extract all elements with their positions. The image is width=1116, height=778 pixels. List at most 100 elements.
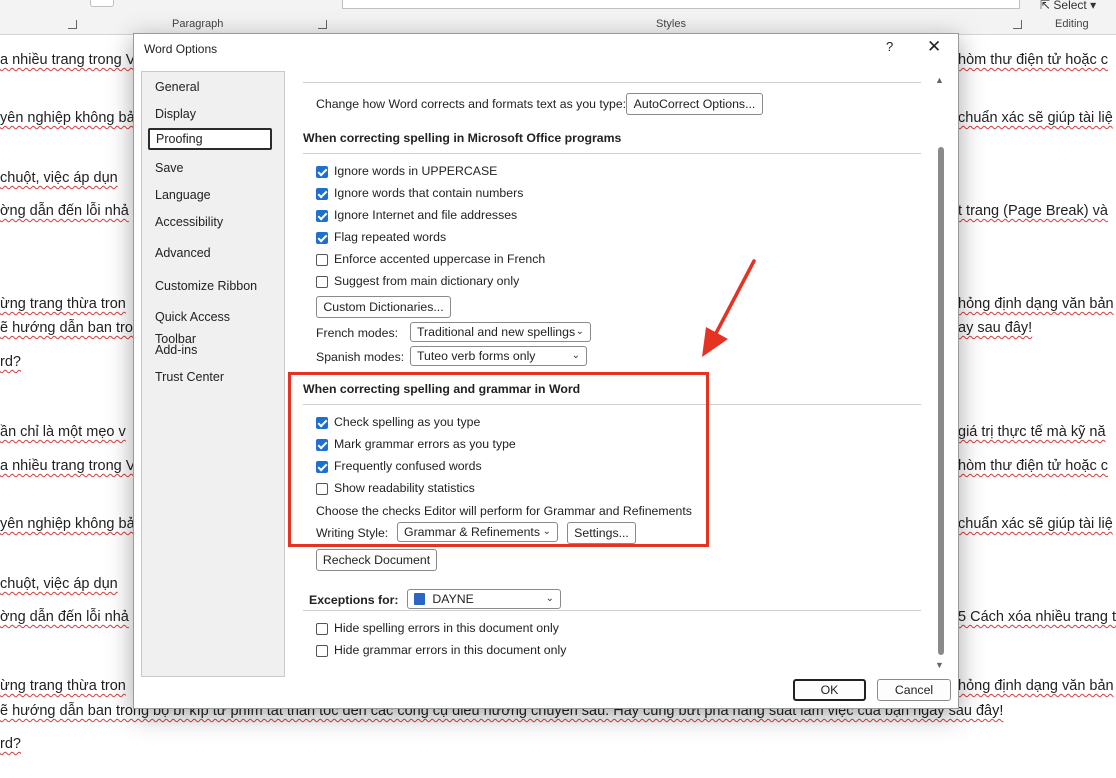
exceptions-document-value: DAYNE (432, 592, 474, 606)
document-line-left: ẽ hướng dẫn ban tro (0, 320, 133, 336)
checkbox-checked[interactable] (316, 232, 328, 244)
option-label: Hide grammar errors in this document onl… (334, 643, 567, 657)
spanish-modes-select[interactable]: Tuteo verb forms only ⌄ (410, 346, 587, 366)
checkbox-checked[interactable] (316, 188, 328, 200)
close-icon[interactable]: ✕ (927, 37, 941, 57)
nav-item-general[interactable]: General (148, 76, 272, 98)
section-divider (303, 82, 921, 83)
recheck-document-button[interactable]: Recheck Document (316, 549, 437, 571)
nav-item-save[interactable]: Save (148, 157, 272, 179)
dialog-title: Word Options (144, 42, 218, 56)
word-document-icon (414, 593, 425, 605)
nav-item-quick-access-toolbar[interactable]: Quick Access Toolbar (148, 306, 272, 346)
autocorrect-description: Change how Word corrects and formats tex… (316, 97, 627, 111)
scroll-thumb[interactable] (938, 147, 944, 655)
french-modes-value: Traditional and new spellings (417, 325, 576, 339)
document-line-left: ờng dẫn đến lỗi nhả (0, 609, 129, 625)
option-row[interactable]: Flag repeated words (316, 230, 676, 246)
document-text: giá trị thực tế mà kỹ nă (958, 424, 1106, 440)
option-row[interactable]: Enforce accented uppercase in French (316, 252, 676, 268)
custom-dictionaries-button[interactable]: Custom Dictionaries... (316, 296, 451, 318)
styles-gallery[interactable] (342, 0, 1020, 9)
writing-style-label: Writing Style: (316, 526, 389, 540)
styles-dialog-launcher-icon[interactable] (1013, 20, 1022, 29)
option-label: Ignore words that contain numbers (334, 186, 524, 200)
document-text: rd? (0, 736, 21, 752)
paragraph-dialog-launcher-icon[interactable] (318, 20, 327, 29)
grammar-settings-button[interactable]: Settings... (567, 522, 636, 544)
option-row[interactable]: Suggest from main dictionary only (316, 274, 676, 290)
select-button[interactable]: ⇱ Select ▾ (1040, 0, 1096, 12)
chevron-down-icon: ⌄ (575, 326, 584, 337)
document-text: yên nghiệp không bả (0, 516, 135, 532)
paragraph-control[interactable] (90, 0, 114, 7)
checkbox-checked[interactable] (316, 417, 328, 429)
nav-item-proofing[interactable]: Proofing (148, 128, 272, 150)
option-row[interactable]: Check spelling as you type (316, 415, 676, 431)
writing-style-select[interactable]: Grammar & Refinements ⌄ (397, 522, 558, 542)
document-line-left: a nhiều trang trong V (0, 52, 135, 68)
cancel-button[interactable]: Cancel (877, 679, 951, 701)
nav-item-add-ins[interactable]: Add-ins (148, 339, 272, 361)
document-line-right: chuẩn xác sẽ giúp tài liệ (958, 110, 1113, 126)
checkbox-checked[interactable] (316, 166, 328, 178)
document-text: chuột, việc áp dụn (0, 170, 118, 186)
document-text: ừng trang thừa tron (0, 678, 126, 694)
document-text: hỏng định dạng văn bản (958, 296, 1114, 312)
french-modes-select[interactable]: Traditional and new spellings ⌄ (410, 322, 591, 342)
document-text: ờng dẫn đến lỗi nhả (0, 203, 129, 219)
document-text: ay sau đây! (958, 320, 1033, 336)
option-row[interactable]: Mark grammar errors as you type (316, 437, 676, 453)
option-label: Suggest from main dictionary only (334, 274, 520, 288)
checkbox-unchecked[interactable] (316, 276, 328, 288)
document-text: 5 Cách xóa nhiều trang t (958, 609, 1116, 625)
annotation-arrow-icon (702, 259, 756, 357)
nav-item-trust-center[interactable]: Trust Center (148, 366, 272, 388)
section-divider (303, 404, 921, 405)
document-text: chuẩn xác sẽ giúp tài liệ (958, 516, 1113, 532)
checkbox-checked[interactable] (316, 210, 328, 222)
autocorrect-options-button[interactable]: AutoCorrect Options... (626, 93, 763, 115)
chevron-down-icon: ⌄ (571, 350, 580, 361)
option-row[interactable]: Show readability statistics (316, 481, 676, 497)
option-label: Show readability statistics (334, 481, 475, 495)
document-text: hòm thư điện tử hoặc c (958, 52, 1108, 68)
option-row[interactable]: Frequently confused words (316, 459, 676, 475)
document-text: yên nghiệp không bả (0, 110, 135, 126)
checkbox-unchecked[interactable] (316, 645, 328, 657)
document-text: a nhiều trang trong V (0, 52, 136, 68)
nav-item-display[interactable]: Display (148, 103, 272, 125)
checkbox-checked[interactable] (316, 461, 328, 473)
nav-item-advanced[interactable]: Advanced (148, 242, 272, 264)
nav-item-customize-ribbon[interactable]: Customize Ribbon (148, 275, 272, 297)
document-line-left: chuột, việc áp dụn (0, 170, 118, 186)
word-grammar-heading: When correcting spelling and grammar in … (303, 382, 581, 396)
exceptions-document-select[interactable]: DAYNE ⌄ (407, 589, 561, 609)
option-row[interactable]: Ignore words in UPPERCASE (316, 164, 676, 180)
checkbox-unchecked[interactable] (316, 623, 328, 635)
document-line-right: t trang (Page Break) và (958, 203, 1108, 219)
document-line-right: giá trị thực tế mà kỹ nă (958, 424, 1106, 440)
options-nav: General Display Proofing Save Language A… (141, 71, 285, 677)
document-text: ừng trang thừa tron (0, 296, 126, 312)
scroll-down-arrow-icon[interactable]: ▼ (935, 660, 944, 670)
scroll-up-arrow-icon[interactable]: ▲ (935, 75, 944, 85)
nav-item-accessibility[interactable]: Accessibility (148, 211, 272, 233)
checkbox-unchecked[interactable] (316, 483, 328, 495)
document-line-right: hỏng định dạng văn bản (958, 678, 1114, 694)
checkbox-checked[interactable] (316, 439, 328, 451)
ok-button[interactable]: OK (793, 679, 866, 701)
document-text: ờng dẫn đến lỗi nhả (0, 609, 129, 625)
option-row[interactable]: Hide spelling errors in this document on… (316, 621, 676, 637)
checks-description: Choose the checks Editor will perform fo… (316, 504, 692, 518)
document-line-left: chuột, việc áp dụn (0, 576, 118, 592)
checkbox-unchecked[interactable] (316, 254, 328, 266)
option-row[interactable]: Ignore words that contain numbers (316, 186, 676, 202)
option-row[interactable]: Ignore Internet and file addresses (316, 208, 676, 224)
nav-item-language[interactable]: Language (148, 184, 272, 206)
option-label: Hide spelling errors in this document on… (334, 621, 559, 635)
document-line-left: rd? (0, 354, 21, 370)
option-row[interactable]: Hide grammar errors in this document onl… (316, 643, 676, 659)
font-dialog-launcher-icon[interactable] (68, 20, 77, 29)
help-icon[interactable]: ? (886, 39, 893, 54)
